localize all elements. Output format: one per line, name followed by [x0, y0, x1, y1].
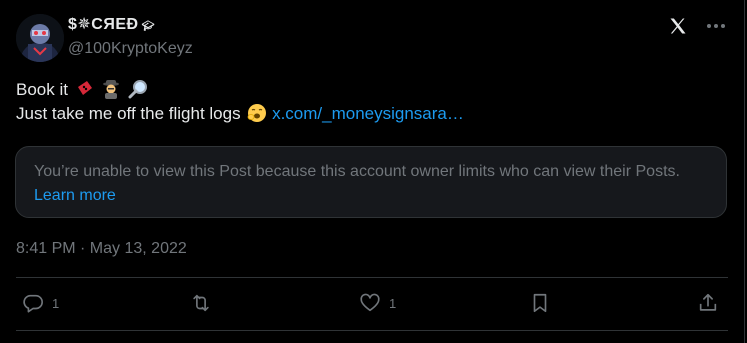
tweet-text: Book it Just take me off the flight logs… — [16, 78, 728, 126]
action-bar: 1 1 — [16, 282, 728, 326]
share-button[interactable] — [697, 292, 719, 314]
notice-message: You’re unable to view this Post because … — [34, 163, 680, 180]
more-options-icon[interactable] — [704, 16, 728, 36]
magnifying-glass-icon — [128, 79, 148, 99]
author-block[interactable]: $✵CЯEÐ 🎓︎ @100KryptoKeyz — [68, 15, 193, 59]
yawning-face-icon — [247, 103, 267, 123]
ticket-icon — [75, 79, 95, 99]
post-timestamp[interactable]: 8:41 PM · May 13, 2022 — [16, 238, 187, 260]
share-icon — [699, 293, 717, 311]
tweet-line-2: Just take me off the flight logs x.com/_… — [16, 102, 728, 126]
author-display-name[interactable]: $✵CЯEÐ 🎓︎ — [68, 15, 193, 37]
author-handle[interactable]: @100KryptoKeyz — [68, 39, 193, 59]
reply-count: 1 — [52, 295, 60, 311]
line1-text: Book it — [16, 80, 68, 99]
graduation-cap-icon: 🎓︎ — [141, 21, 155, 32]
avatar-image — [16, 14, 64, 62]
x-logo-icon[interactable] — [668, 16, 688, 36]
bookmark-icon — [533, 293, 547, 313]
like-count: 1 — [389, 295, 397, 311]
detective-icon — [101, 79, 121, 99]
tweet-link[interactable]: x.com/_moneysignsara… — [272, 104, 464, 123]
heart-icon — [360, 293, 380, 312]
divider — [16, 277, 728, 278]
tweet-header: $✵CЯEÐ 🎓︎ @100KryptoKeyz — [16, 14, 728, 62]
unavailable-post-notice: You’re unable to view this Post because … — [15, 146, 727, 218]
like-button[interactable]: 1 — [359, 292, 396, 314]
reply-icon — [23, 294, 43, 313]
divider — [16, 330, 728, 331]
reply-button[interactable]: 1 — [22, 292, 59, 314]
bookmark-button[interactable] — [529, 292, 551, 314]
repost-icon — [193, 294, 209, 312]
tweet-card: $✵CЯEÐ 🎓︎ @100KryptoKeyz Book it Just ta… — [0, 0, 745, 343]
avatar[interactable] — [16, 14, 64, 62]
line2-text: Just take me off the flight logs — [16, 104, 241, 123]
tweet-line-1: Book it — [16, 78, 728, 102]
learn-more-link[interactable]: Learn more — [34, 187, 116, 204]
repost-button[interactable] — [190, 292, 220, 314]
display-name-text: $✵CЯEÐ — [68, 16, 139, 33]
